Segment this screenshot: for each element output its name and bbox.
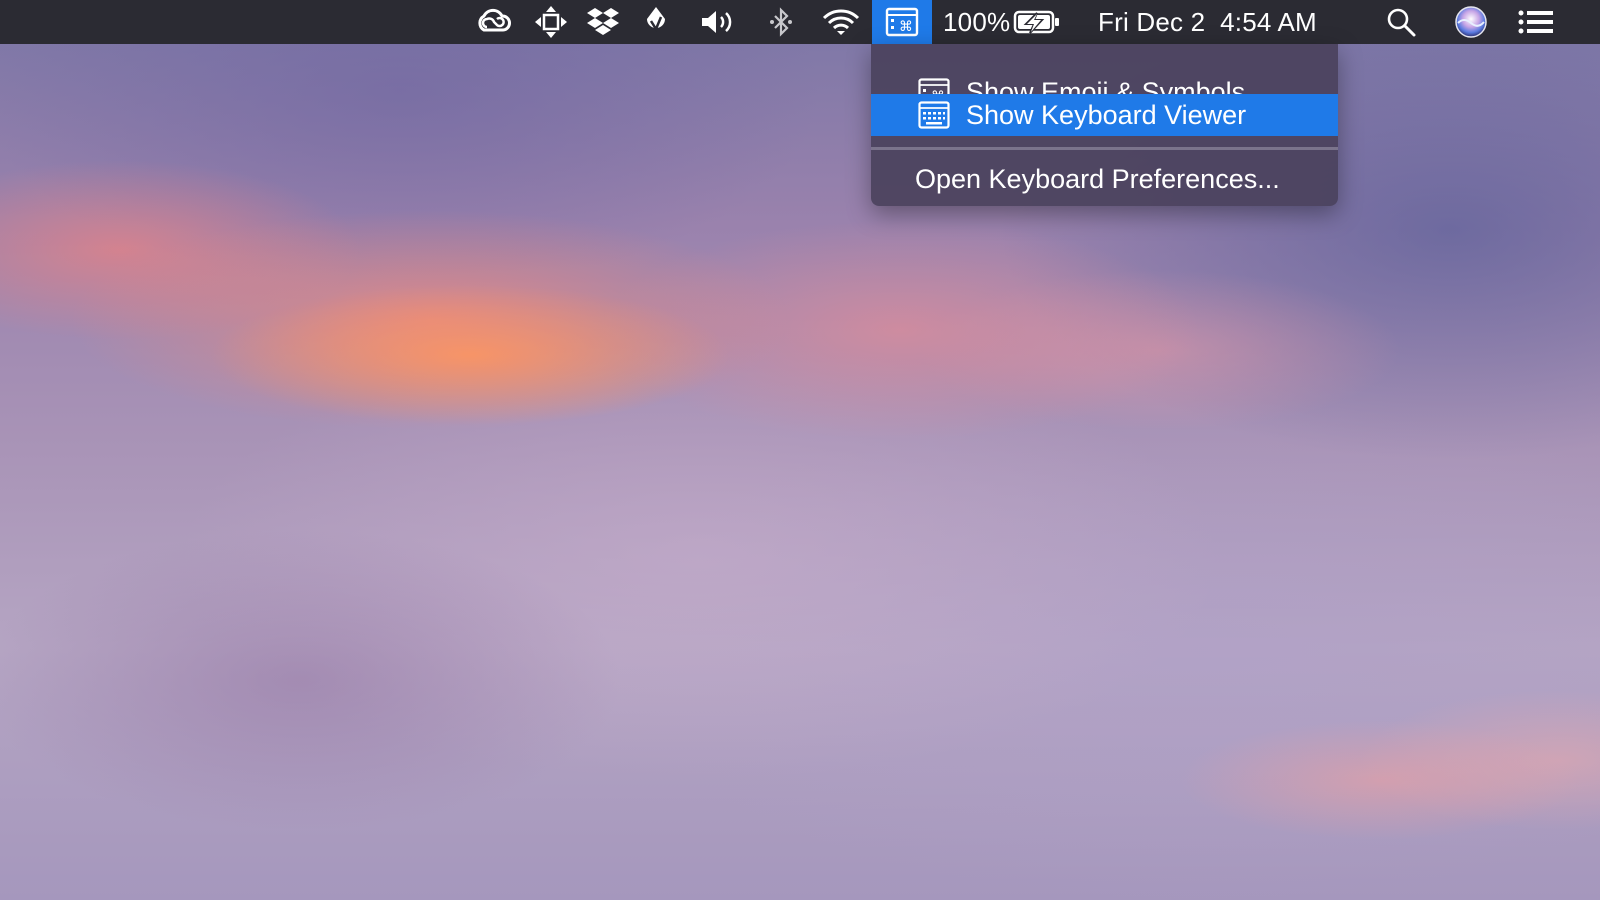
siri-icon[interactable] xyxy=(1452,0,1490,44)
volume-icon[interactable] xyxy=(697,0,739,44)
clock[interactable]: Fri Dec 2 4:54 AM xyxy=(1098,0,1344,44)
menu-bar: ⌘ 100% Fri Dec 2 4:54 AM xyxy=(0,0,1600,44)
creative-cloud-icon[interactable] xyxy=(470,0,516,44)
input-menu-icon[interactable]: ⌘ xyxy=(872,0,932,44)
menu-item-label: Show Keyboard Viewer xyxy=(966,100,1247,130)
battery-percent: 100% xyxy=(943,0,1011,44)
clock-label: Fri Dec 2 4:54 AM xyxy=(1098,6,1317,37)
battery-icon[interactable] xyxy=(1012,0,1062,44)
spotlight-search-icon[interactable] xyxy=(1382,0,1420,44)
svg-text:⌘: ⌘ xyxy=(899,19,913,35)
menu-item-label: Open Keyboard Preferences... xyxy=(915,164,1280,194)
keyboard-viewer-icon xyxy=(918,101,950,129)
desktop-wallpaper: ⌘ 100% Fri Dec 2 4:54 AM Show Emoji & Sy… xyxy=(0,0,1600,900)
bluetooth-icon[interactable] xyxy=(766,0,796,44)
menu-item-show-keyboard-viewer[interactable]: Show Keyboard Viewer xyxy=(871,94,1338,136)
move-arrows-icon[interactable] xyxy=(530,0,572,44)
sketch-drop-icon[interactable] xyxy=(640,0,672,44)
menu-separator xyxy=(871,147,1338,150)
menu-item-open-keyboard-preferences[interactable]: Open Keyboard Preferences... xyxy=(871,158,1338,200)
wifi-icon[interactable] xyxy=(818,0,864,44)
dropbox-icon[interactable] xyxy=(583,0,623,44)
battery-percent-label: 100% xyxy=(943,6,1011,37)
input-menu-dropdown: ⌘ Show Emoji & Symbols xyxy=(871,44,1338,206)
notification-center-icon[interactable] xyxy=(1516,0,1556,44)
